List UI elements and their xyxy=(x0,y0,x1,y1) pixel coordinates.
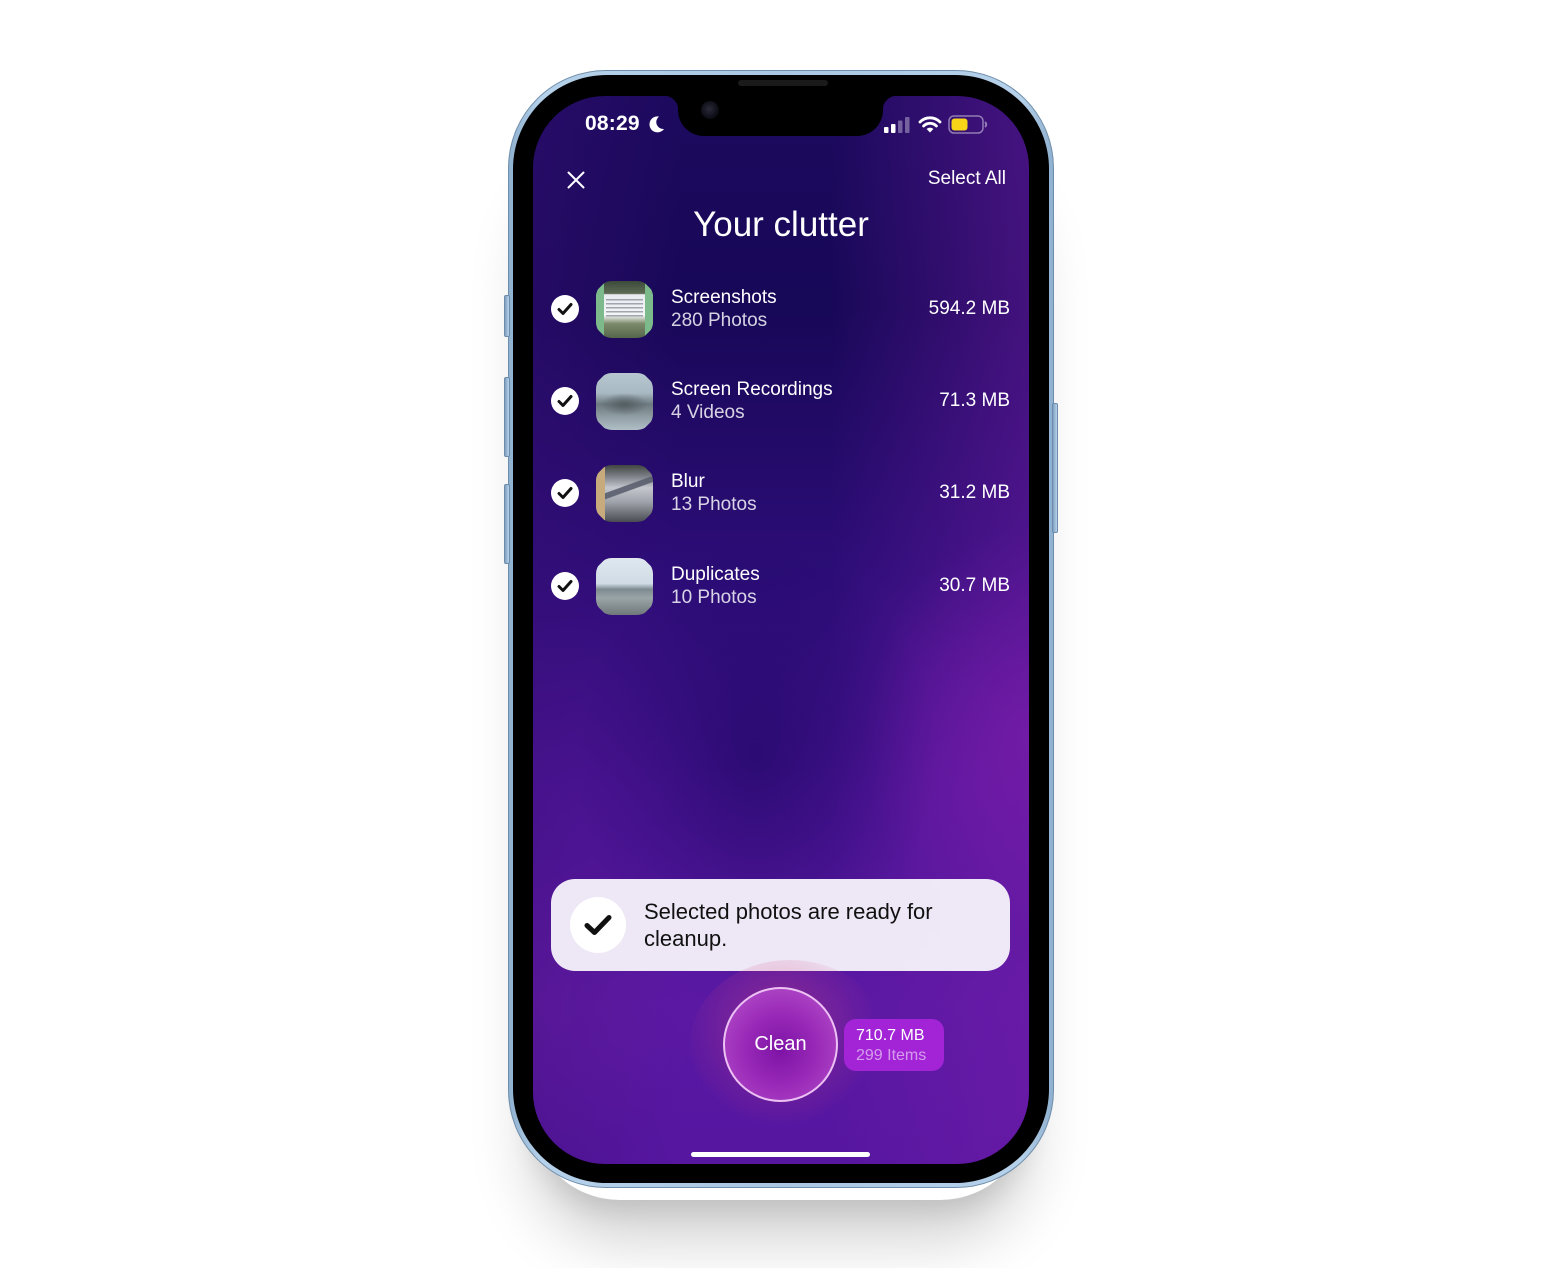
selected-checkbox[interactable] xyxy=(551,572,579,600)
selection-summary-badge: 710.7 MB 299 Items xyxy=(844,1019,944,1071)
screenshots-thumbnail xyxy=(596,281,653,338)
total-size: 710.7 MB xyxy=(856,1027,925,1044)
category-count: 13 Photos xyxy=(671,494,757,515)
category-count: 280 Photos xyxy=(671,310,768,331)
checkmark-icon xyxy=(557,580,573,592)
category-size: 71.3 MB xyxy=(939,390,1010,411)
category-count: 4 Videos xyxy=(671,402,745,423)
checkmark-icon xyxy=(557,487,573,499)
close-button[interactable] xyxy=(562,166,590,194)
page-title: Your clutter xyxy=(693,205,869,244)
category-size: 30.7 MB xyxy=(939,575,1010,596)
wifi-icon xyxy=(918,116,942,133)
category-title: Screenshots xyxy=(671,287,777,308)
category-item-screenshots[interactable]: Screenshots 280 Photos 594.2 MB xyxy=(548,278,1014,340)
cellular-signal-icon xyxy=(884,117,910,133)
category-title: Blur xyxy=(671,471,705,492)
moon-icon xyxy=(649,116,664,133)
checkmark-icon xyxy=(557,303,573,315)
category-item-screen-recordings[interactable]: Screen Recordings 4 Videos 71.3 MB xyxy=(548,370,1014,432)
battery-icon xyxy=(948,115,988,134)
power-button xyxy=(1052,403,1058,533)
volume-down-button xyxy=(504,484,510,564)
close-icon xyxy=(567,171,585,189)
category-item-duplicates[interactable]: Duplicates 10 Photos 30.7 MB xyxy=(548,555,1014,617)
total-items: 299 Items xyxy=(856,1047,927,1064)
category-count: 10 Photos xyxy=(671,587,757,608)
mute-switch xyxy=(504,295,510,337)
toast-message: Selected photos are ready for cleanup. xyxy=(644,899,933,951)
category-title: Duplicates xyxy=(671,564,760,585)
volume-up-button xyxy=(504,377,510,457)
select-all-button[interactable]: Select All xyxy=(928,168,1006,190)
status-time: 08:29 xyxy=(585,112,640,135)
ready-toast: Selected photos are ready for cleanup. xyxy=(551,879,1010,971)
screen-recordings-thumbnail xyxy=(596,373,653,430)
checkmark-icon xyxy=(557,395,573,407)
duplicates-thumbnail xyxy=(596,558,653,615)
speaker-grille xyxy=(738,80,828,86)
front-camera xyxy=(701,101,719,119)
toast-check-badge xyxy=(570,897,626,953)
checkmark-icon xyxy=(584,915,612,935)
category-item-blur[interactable]: Blur 13 Photos 31.2 MB xyxy=(548,462,1014,524)
category-size: 594.2 MB xyxy=(928,298,1010,319)
blur-thumbnail xyxy=(596,465,653,522)
selected-checkbox[interactable] xyxy=(551,295,579,323)
home-indicator[interactable] xyxy=(691,1152,870,1157)
selected-checkbox[interactable] xyxy=(551,387,579,415)
clean-button[interactable]: Clean xyxy=(723,987,838,1102)
category-title: Screen Recordings xyxy=(671,379,833,400)
selected-checkbox[interactable] xyxy=(551,479,579,507)
category-size: 31.2 MB xyxy=(939,482,1010,503)
